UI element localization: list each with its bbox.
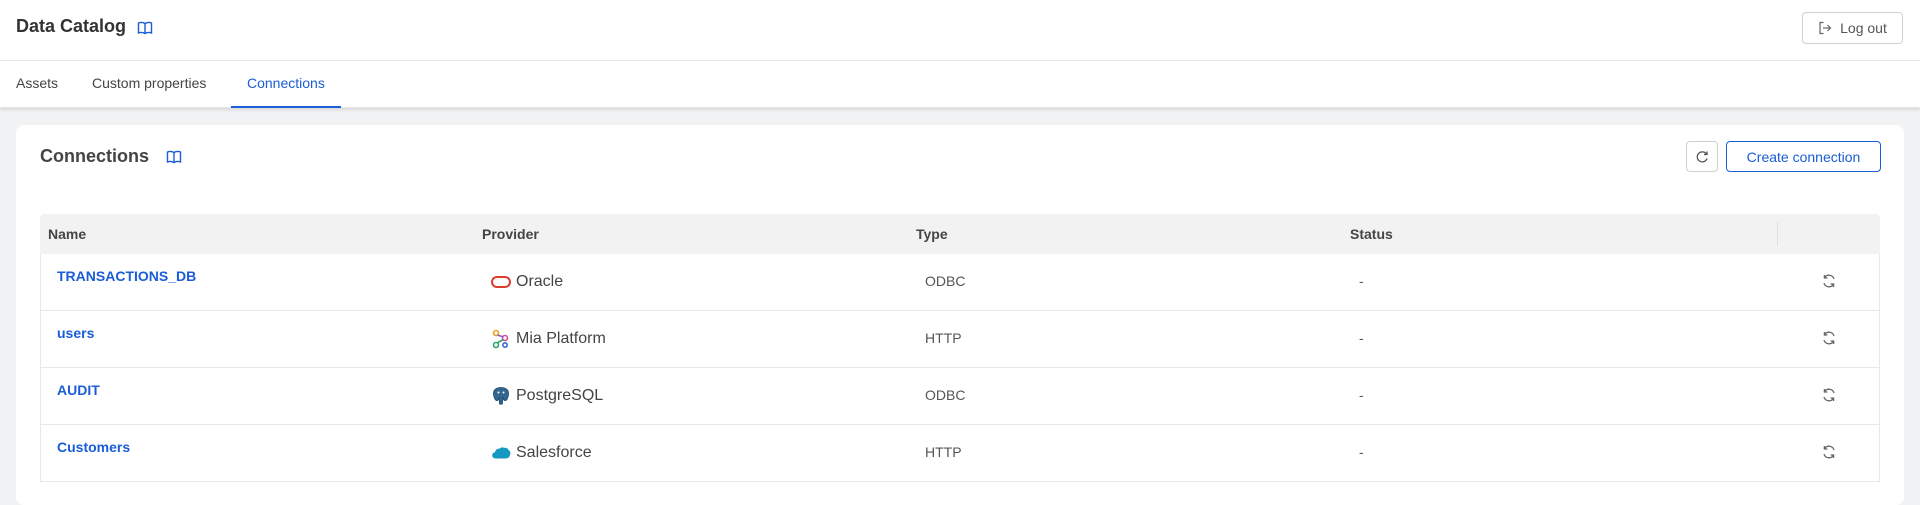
salesforce-icon bbox=[491, 443, 511, 463]
logout-icon bbox=[1819, 21, 1832, 35]
mia-platform-icon bbox=[491, 329, 511, 349]
app-title: Data Catalog bbox=[16, 16, 127, 36]
column-header-status[interactable]: Status bbox=[1350, 214, 1393, 254]
postgresql-icon bbox=[491, 386, 511, 406]
type-cell: ODBC bbox=[925, 273, 966, 289]
refresh-button[interactable] bbox=[1686, 141, 1718, 172]
connection-name-link[interactable]: Customers bbox=[57, 439, 130, 455]
connection-name-link[interactable]: AUDIT bbox=[57, 382, 100, 398]
column-header-provider[interactable]: Provider bbox=[482, 214, 539, 254]
sync-icon[interactable] bbox=[1821, 330, 1837, 346]
connection-name-link[interactable]: TRANSACTIONS_DB bbox=[57, 268, 196, 284]
oracle-icon bbox=[491, 272, 511, 292]
provider-name: PostgreSQL bbox=[516, 387, 604, 404]
provider-cell: Mia Platform bbox=[491, 329, 606, 349]
provider-cell: Oracle bbox=[491, 272, 563, 292]
column-header-name[interactable]: Name bbox=[48, 214, 86, 254]
type-cell: HTTP bbox=[925, 330, 962, 346]
connections-table: Name Provider Type Status TRANSACTIONS_D… bbox=[40, 214, 1880, 482]
type-cell: HTTP bbox=[925, 444, 962, 460]
sync-icon[interactable] bbox=[1821, 444, 1837, 460]
tab-custom-properties[interactable]: Custom properties bbox=[92, 61, 206, 108]
sync-icon[interactable] bbox=[1821, 387, 1837, 403]
logout-button[interactable]: Log out bbox=[1802, 12, 1903, 44]
tab-bar: Assets Custom properties Connections bbox=[0, 61, 1920, 108]
provider-name: Mia Platform bbox=[516, 330, 606, 347]
app-header: Data Catalog Log out bbox=[0, 0, 1920, 61]
tab-connections[interactable]: Connections bbox=[231, 61, 341, 108]
connection-name-link[interactable]: users bbox=[57, 325, 94, 341]
connections-card: Connections Create connection Name Provi… bbox=[16, 125, 1904, 505]
tab-assets[interactable]: Assets bbox=[16, 61, 58, 108]
sync-icon[interactable] bbox=[1821, 273, 1837, 289]
provider-cell: Salesforce bbox=[491, 443, 592, 463]
status-cell: - bbox=[1359, 387, 1364, 403]
provider-cell: PostgreSQL bbox=[491, 386, 603, 406]
book-icon[interactable] bbox=[137, 20, 153, 36]
refresh-icon bbox=[1696, 150, 1708, 162]
column-divider bbox=[1777, 222, 1778, 246]
create-connection-button[interactable]: Create connection bbox=[1726, 141, 1881, 172]
table-row: TRANSACTIONS_DB Oracle ODBC - bbox=[40, 254, 1880, 311]
table-row: AUDIT PostgreSQL ODBC - bbox=[40, 368, 1880, 425]
type-cell: ODBC bbox=[925, 387, 966, 403]
provider-name: Salesforce bbox=[516, 444, 592, 461]
table-row: Customers Salesforce HTTP - bbox=[40, 425, 1880, 482]
status-cell: - bbox=[1359, 273, 1364, 289]
table-header: Name Provider Type Status bbox=[40, 214, 1880, 254]
book-icon[interactable] bbox=[166, 149, 182, 165]
page-title: Connections bbox=[40, 146, 150, 166]
table-row: users Mia Platform HTTP - bbox=[40, 311, 1880, 368]
provider-name: Oracle bbox=[516, 273, 564, 290]
status-cell: - bbox=[1359, 444, 1364, 460]
logout-label: Log out bbox=[1840, 20, 1887, 36]
column-header-type[interactable]: Type bbox=[916, 214, 948, 254]
status-cell: - bbox=[1359, 330, 1364, 346]
